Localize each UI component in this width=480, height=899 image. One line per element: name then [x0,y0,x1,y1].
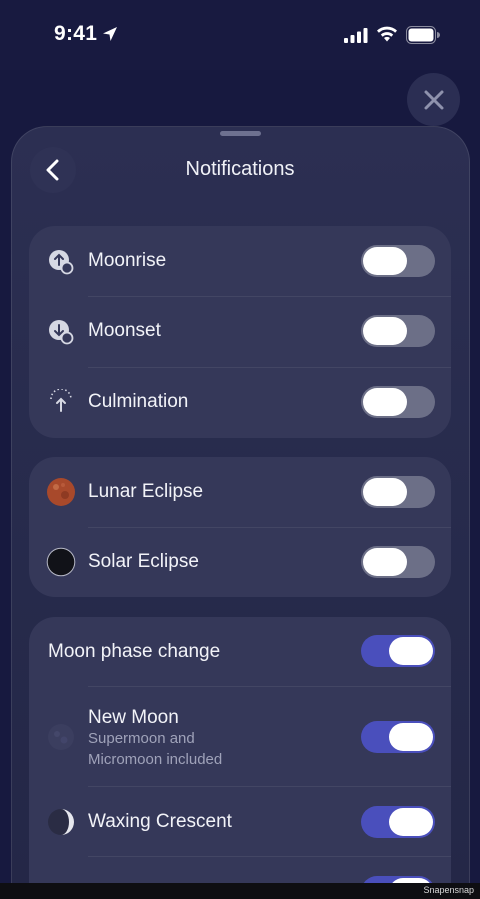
moonrise-label: Moonrise [88,250,167,271]
culmination-icon [50,389,72,412]
new-moon-icon [48,724,74,750]
solar-eclipse-label: Solar Eclipse [88,551,199,572]
signal-icon [344,28,368,43]
list-item-waxing-crescent: Waxing Crescent [29,787,451,857]
culmination-toggle[interactable] [361,386,435,418]
moonset-icon [49,320,74,345]
status-bar: 9:41 [0,0,480,70]
wifi-icon [377,26,397,42]
list-item-new-moon: New Moon Supermoon and Micromoon include… [29,687,451,786]
moon-phase-change-label: Moon phase change [48,641,221,662]
close-button[interactable] [407,73,460,126]
location-arrow-icon [103,27,117,41]
lunar-eclipse-toggle[interactable] [361,476,435,508]
sheet-grabber[interactable] [220,131,261,136]
new-moon-sublabel-1: Supermoon and [88,730,195,747]
list-item-lunar-eclipse: Lunar Eclipse [29,457,451,527]
eclipses-group: Lunar Eclipse Solar Eclipse [29,457,451,597]
waxing-crescent-icon [48,809,74,835]
new-moon-toggle[interactable] [361,721,435,753]
moonset-label: Moonset [88,320,161,341]
list-item-solar-eclipse: Solar Eclipse [29,528,451,597]
solar-eclipse-toggle[interactable] [361,546,435,578]
moonrise-toggle[interactable] [361,245,435,277]
list-item-moonset: Moonset [29,297,451,367]
events-group: Moonrise Moonset Culmination [29,226,451,438]
moonrise-icon [49,250,74,275]
status-time: 9:41 [54,22,98,45]
moon-phase-group: Moon phase change New Moon Supermoon and… [29,617,451,899]
list-item-culmination: Culmination [29,368,451,438]
list-item-moon-phase-change: Moon phase change [29,617,451,687]
lunar-eclipse-icon [47,478,75,506]
waxing-crescent-toggle[interactable] [361,806,435,838]
list-item-moonrise: Moonrise [29,226,451,296]
culmination-label: Culmination [88,391,189,412]
watermark-bar [0,883,480,899]
solar-eclipse-icon [46,547,76,577]
lunar-eclipse-label: Lunar Eclipse [88,481,204,502]
new-moon-sublabel-2: Micromoon included [88,751,223,768]
waxing-crescent-label: Waxing Crescent [88,811,232,832]
close-icon [424,90,443,109]
moonset-toggle[interactable] [361,315,435,347]
new-moon-label: New Moon [88,707,179,728]
watermark: Snapensnap [423,885,474,895]
page-title: Notifications [185,158,295,180]
battery-icon [406,26,440,44]
moon-phase-change-toggle[interactable] [361,635,435,667]
